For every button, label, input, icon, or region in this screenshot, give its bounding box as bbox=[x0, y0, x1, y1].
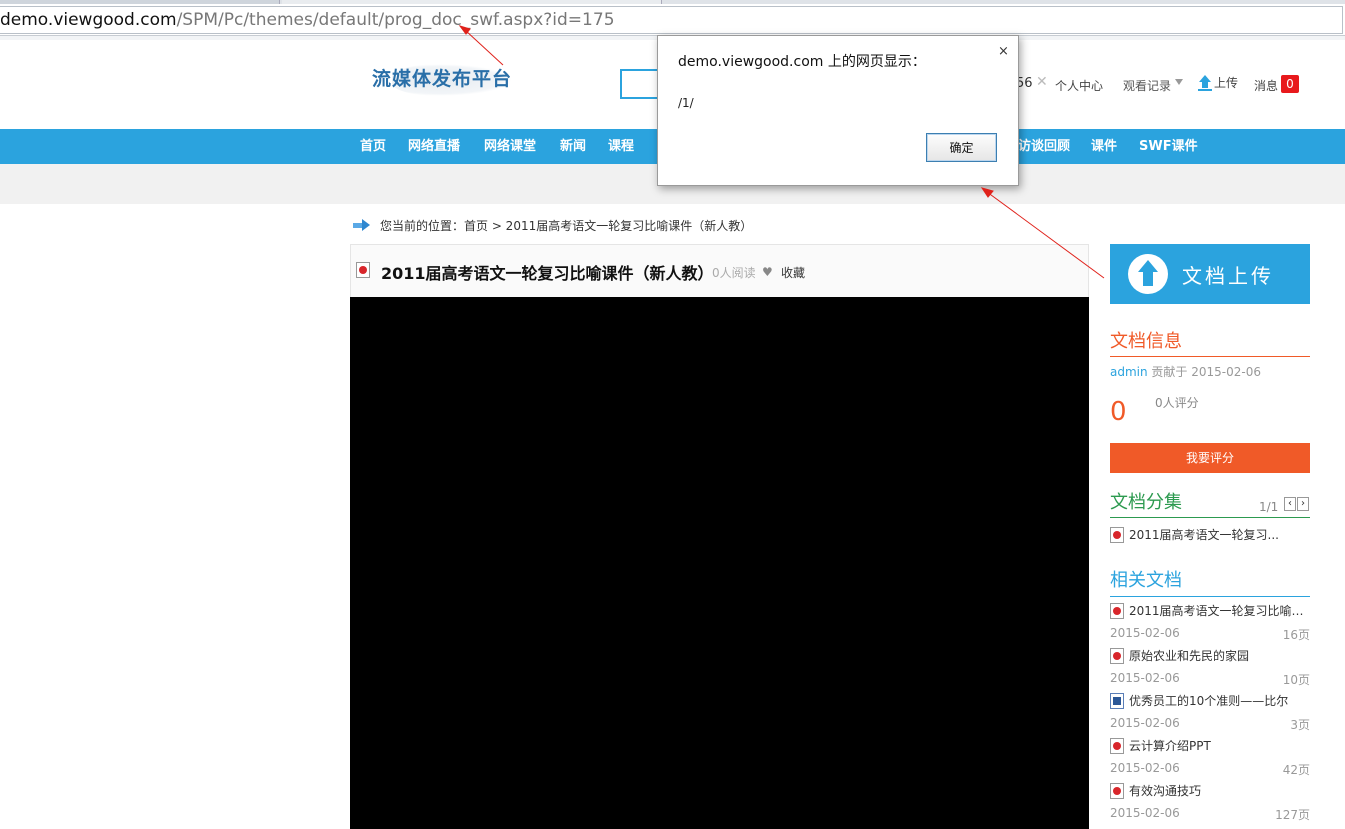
heart-icon[interactable]: ♥ bbox=[762, 265, 773, 279]
search-input[interactable] bbox=[620, 69, 660, 99]
breadcrumb[interactable]: 您当前的位置：首页 > 2011届高考语文一轮复习比喻课件（新人教） bbox=[380, 217, 752, 234]
nav-item-coursewares[interactable]: 课件 bbox=[1091, 129, 1117, 164]
related-doc-item[interactable]: 有效沟通技巧 bbox=[1110, 782, 1310, 799]
pdf-icon bbox=[356, 262, 370, 278]
chevron-down-icon[interactable] bbox=[1175, 79, 1183, 85]
related-doc-meta: 2015-02-06 127页 bbox=[1110, 806, 1310, 822]
pdf-icon bbox=[1110, 526, 1124, 543]
contributor-line: admin 贡献于 2015-02-06 bbox=[1110, 363, 1261, 380]
collection-title: 文档分集 bbox=[1110, 492, 1182, 513]
chevron-left-icon[interactable]: ‹ bbox=[1284, 497, 1296, 511]
nav-item-news[interactable]: 新闻 bbox=[560, 129, 586, 164]
contributor-link[interactable]: admin bbox=[1110, 365, 1148, 379]
logout-icon[interactable]: ✕ bbox=[1036, 74, 1048, 90]
nav-item-live[interactable]: 网络直播 bbox=[408, 129, 460, 164]
logo-text: 流媒体发布平台 bbox=[372, 68, 513, 90]
alert-dialog: demo.viewgood.com 上的网页显示： × /1/ 确定 bbox=[657, 35, 1019, 186]
pdf-icon bbox=[1110, 647, 1124, 664]
messages-link[interactable]: 消息 bbox=[1254, 77, 1278, 94]
divider bbox=[1110, 596, 1310, 597]
site-logo[interactable]: 流媒体发布平台 bbox=[372, 60, 537, 100]
related-doc-meta: 2015-02-06 3页 bbox=[1110, 716, 1310, 732]
related-doc-item[interactable]: 云计算介绍PPT bbox=[1110, 737, 1310, 754]
rating-score: 0 bbox=[1110, 397, 1127, 427]
doc-upload-label: 文档上传 bbox=[1182, 264, 1274, 288]
collection-pager: 1/1 bbox=[1259, 500, 1279, 514]
arrow-right-icon bbox=[353, 219, 371, 231]
upload-link[interactable]: 上传 bbox=[1198, 74, 1238, 91]
user-center-link[interactable]: 个人中心 bbox=[1055, 77, 1103, 94]
pdf-icon bbox=[1110, 737, 1124, 754]
nav-item-interview[interactable]: 访谈回顾 bbox=[1018, 129, 1070, 164]
url-host: demo.viewgood.com bbox=[0, 10, 177, 30]
nav-item-swf[interactable]: SWF课件 bbox=[1139, 129, 1198, 164]
related-doc-item[interactable]: 2011届高考语文一轮复习比喻课... bbox=[1110, 602, 1310, 619]
related-doc-meta: 2015-02-06 16页 bbox=[1110, 626, 1310, 642]
related-doc-item[interactable]: 优秀员工的10个准则——比尔 bbox=[1110, 692, 1310, 709]
chevron-right-icon[interactable]: › bbox=[1297, 497, 1309, 511]
url-path: /SPM/Pc/themes/default/prog_doc_swf.aspx… bbox=[176, 10, 615, 30]
favorite-button[interactable]: 收藏 bbox=[781, 264, 805, 281]
doc-title: 2011届高考语文一轮复习比喻课件（新人教） bbox=[381, 264, 714, 283]
word-icon bbox=[1110, 692, 1124, 709]
divider bbox=[1110, 517, 1310, 518]
doc-info-title: 文档信息 bbox=[1110, 331, 1182, 352]
rating-count: 0人评分 bbox=[1155, 396, 1199, 410]
collection-item[interactable]: 2011届高考语文一轮复习... bbox=[1110, 526, 1310, 543]
nav-item-courses[interactable]: 课程 bbox=[608, 129, 634, 164]
swf-document-viewer[interactable] bbox=[350, 297, 1089, 829]
contrib-date: 贡献于 2015-02-06 bbox=[1147, 365, 1261, 379]
related-docs-title: 相关文档 bbox=[1110, 570, 1182, 591]
nav-item-home[interactable]: 首页 bbox=[360, 129, 386, 164]
url-input[interactable]: demo.viewgood.com/SPM/Pc/themes/default/… bbox=[0, 6, 1343, 34]
upload-icon bbox=[1198, 74, 1212, 91]
pdf-icon bbox=[1110, 602, 1124, 619]
dialog-title: demo.viewgood.com 上的网页显示： bbox=[678, 54, 926, 70]
ok-button[interactable]: 确定 bbox=[926, 133, 997, 162]
divider bbox=[1110, 356, 1310, 357]
nav-item-classroom[interactable]: 网络课堂 bbox=[484, 129, 536, 164]
related-doc-meta: 2015-02-06 10页 bbox=[1110, 671, 1310, 687]
doc-upload-button[interactable]: 文档上传 bbox=[1110, 244, 1310, 304]
dialog-message: /1/ bbox=[678, 96, 694, 110]
close-icon[interactable]: × bbox=[998, 44, 1009, 59]
upload-arrow-icon bbox=[1128, 254, 1168, 294]
upload-link-label: 上传 bbox=[1214, 76, 1239, 90]
watch-history-link[interactable]: 观看记录 bbox=[1123, 77, 1171, 94]
read-count: 0人阅读 bbox=[712, 266, 756, 280]
related-doc-meta: 2015-02-06 42页 bbox=[1110, 761, 1310, 777]
browser-address-bar: demo.viewgood.com/SPM/Pc/themes/default/… bbox=[0, 4, 1345, 36]
message-count-badge[interactable]: 0 bbox=[1281, 75, 1299, 93]
rate-button[interactable]: 我要评分 bbox=[1110, 443, 1310, 473]
related-doc-item[interactable]: 原始农业和先民的家园 bbox=[1110, 647, 1310, 664]
pdf-icon bbox=[1110, 782, 1124, 799]
